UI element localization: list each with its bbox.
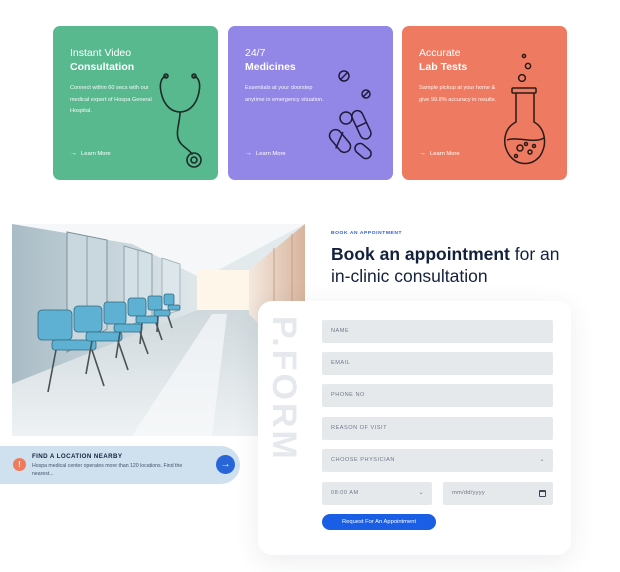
section-eyebrow: BOOK AN APPOINTMENT [331,231,403,236]
services-section: Instant Video Consultation Connect withi… [46,19,576,189]
phone-field[interactable]: PHONE NO [322,384,553,407]
card-description: Sample pickup at your home & give 99.8% … [419,85,497,103]
time-value: 08:00 AM [331,490,359,496]
service-card-medicines[interactable]: 24/7 Medicines Essentials at your doorst… [228,26,393,180]
section-heading: Book an appointment for an in-clinic con… [331,243,581,287]
card-title-line1: 24/7 [245,47,266,59]
card-description: Connect within 60 secs with our medical … [70,85,152,114]
find-location-banner[interactable]: ! FIND A LOCATION NEARBY Hospa medical c… [0,446,240,484]
arrow-right-icon: → [245,150,252,157]
learn-more-label: Learn More [256,150,286,157]
chevron-down-icon: ⌄ [539,457,545,463]
heading-bold: Book an appointment [331,244,510,264]
learn-more-link[interactable]: → Learn More [70,150,111,157]
arrow-right-icon: → [70,150,77,157]
learn-more-label: Learn More [430,150,460,157]
chevron-down-icon: ⌄ [418,490,424,496]
physician-placeholder: CHOOSE PHYSICIAN [331,457,395,463]
location-description: Hospa medical center operates more than … [32,463,183,477]
reason-placeholder: REASON OF VISIT [331,425,387,431]
email-field[interactable]: EMAIL [322,352,553,375]
card-title-line2: Medicines [245,61,296,73]
alert-icon: ! [13,458,26,471]
service-card-labtests[interactable]: Accurate Lab Tests Sample pickup at your… [402,26,567,180]
pills-icon [328,70,372,160]
learn-more-link[interactable]: → Learn More [245,150,286,157]
email-placeholder: EMAIL [331,360,351,366]
name-placeholder: NAME [331,328,350,334]
request-appointment-button[interactable]: Request For An Appointment [322,514,436,530]
form-watermark: P.FORM [265,316,303,462]
card-title-line1: Accurate [419,47,461,59]
learn-more-label: Learn More [81,150,111,157]
card-description: Essentials at your doorstep anytime in e… [245,85,324,103]
card-title-line2: Consultation [70,61,135,73]
date-field[interactable]: mm/dd/yyyy [443,482,553,505]
card-title-line2: Lab Tests [419,61,468,73]
phone-placeholder: PHONE NO [331,392,365,398]
arrow-right-icon[interactable]: → [216,455,235,474]
reason-field[interactable]: REASON OF VISIT [322,417,553,440]
arrow-right-icon: → [419,150,426,157]
date-placeholder: mm/dd/yyyy [452,490,485,496]
service-card-video[interactable]: Instant Video Consultation Connect withi… [53,26,218,180]
calendar-icon[interactable] [539,490,546,497]
flask-icon [504,53,546,165]
time-select[interactable]: 08:00 AM ⌄ [322,482,432,505]
physician-select[interactable]: CHOOSE PHYSICIAN ⌄ [322,449,553,472]
learn-more-link[interactable]: → Learn More [419,150,460,157]
location-title: FIND A LOCATION NEARBY [32,453,123,460]
name-field[interactable]: NAME [322,320,553,343]
stethoscope-icon [159,73,202,168]
card-title-line1: Instant Video [70,47,132,59]
